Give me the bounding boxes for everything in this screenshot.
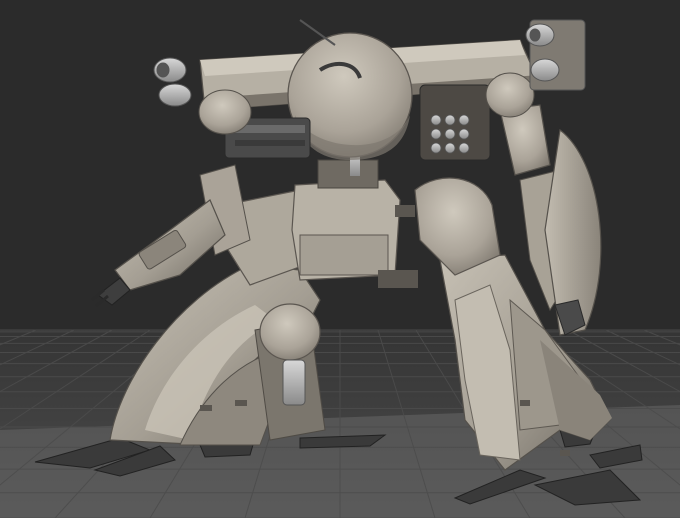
scene-render [0, 0, 680, 518]
knee-piston [282, 359, 306, 406]
torso-lower-plate [299, 234, 389, 276]
right-exhaust [525, 19, 586, 91]
missile-tubes [430, 114, 470, 154]
left-shoulder-ball [198, 89, 252, 135]
waist-joint [317, 159, 379, 189]
knee-joint [259, 303, 321, 361]
render-viewport[interactable] [0, 0, 680, 518]
right-shoulder-ball [485, 72, 535, 118]
left-gun-rail [235, 140, 305, 146]
